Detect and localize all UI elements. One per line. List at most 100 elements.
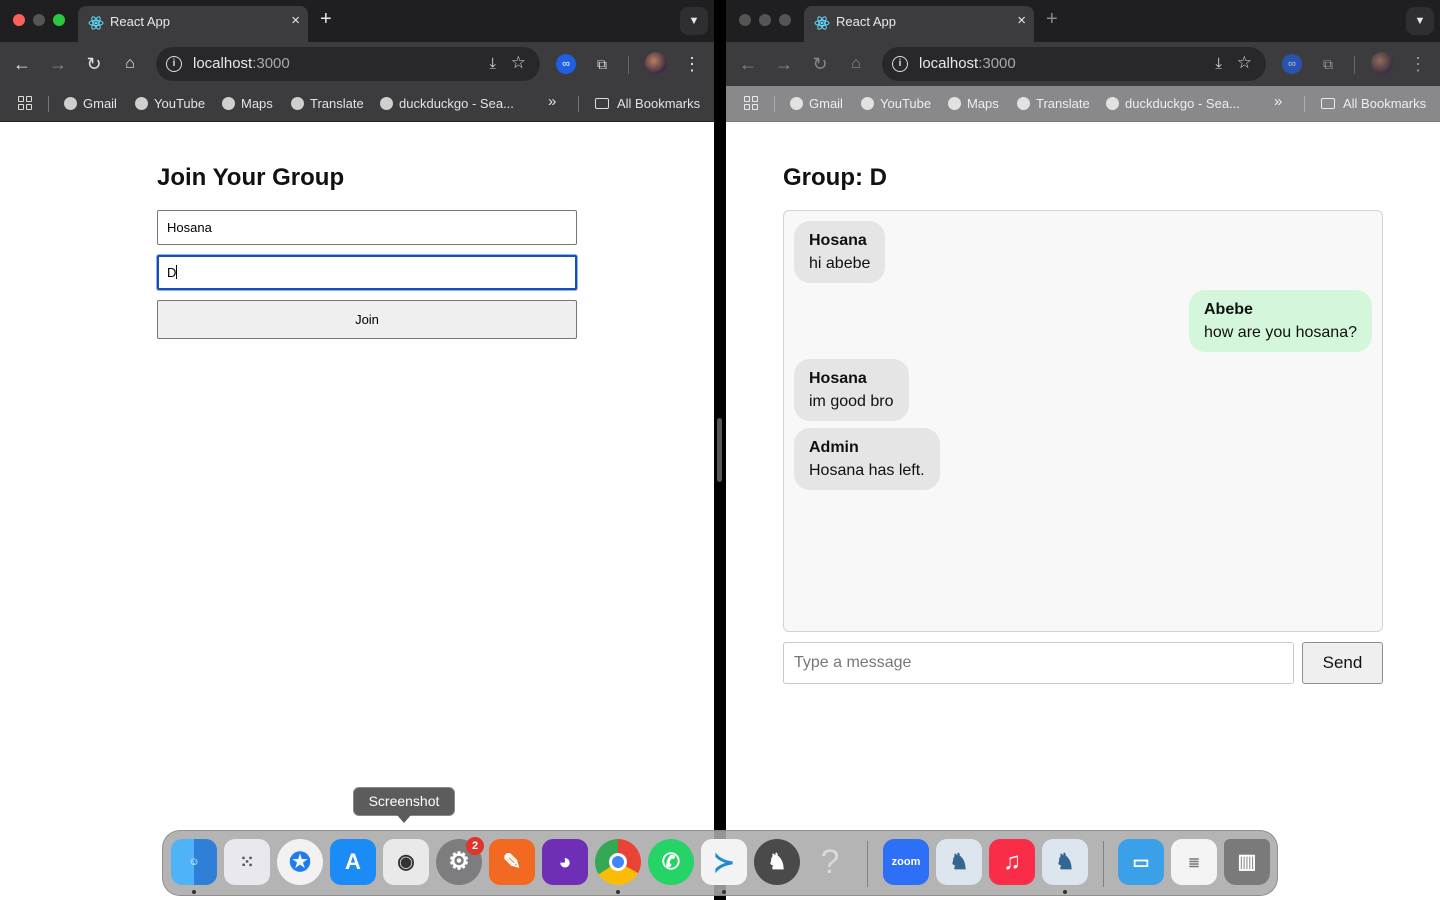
extensions-puzzle-icon[interactable]: ⧉ [1318,54,1338,74]
trash-icon[interactable]: ▥ [1224,839,1270,885]
more-bookmarks-icon[interactable]: » [1274,93,1282,110]
address-bar[interactable]: i localhost:3000 ⤓ ☆ [882,47,1266,81]
install-app-icon[interactable]: ⤓ [1215,55,1222,72]
bookmark-youtube[interactable]: YouTube [135,96,205,111]
chat-message: Abebe how are you hosana? [1189,290,1372,352]
bookmark-star-icon[interactable]: ☆ [511,53,526,73]
apps-grid-icon[interactable] [744,96,759,111]
globe-icon [64,97,77,110]
reload-icon[interactable]: ↻ [83,53,105,75]
forward-arrow-icon[interactable]: → [47,53,69,75]
whatsapp-icon[interactable]: ✆ [648,839,694,885]
bookmark-youtube[interactable]: YouTube [861,96,931,111]
tab-close-icon[interactable]: × [291,12,300,29]
back-arrow-icon[interactable]: ← [11,53,33,75]
bookmark-maps[interactable]: Maps [948,96,999,111]
downloads-folder-icon[interactable]: ▭ [1118,839,1164,885]
profile-avatar[interactable] [1371,52,1393,74]
bookmark-maps[interactable]: Maps [222,96,273,111]
music-icon[interactable]: ♫ [989,839,1035,885]
chat-messages[interactable]: Hosana hi abebe Abebe how are you hosana… [783,210,1383,632]
site-info-icon[interactable]: i [166,56,182,72]
finder-icon[interactable]: ☺ [171,839,217,885]
toolbar-divider [1354,56,1355,74]
group-input[interactable]: D [157,255,577,290]
pgadmin-elephant-icon[interactable]: ♞ [936,839,982,885]
more-menu-icon[interactable]: ⋮ [1407,53,1429,75]
postman-icon[interactable]: ✎ [489,839,535,885]
tab-react-app[interactable]: React App × [804,6,1034,42]
back-arrow-icon[interactable]: ← [737,53,759,75]
send-button[interactable]: Send [1302,642,1383,684]
globe-icon [948,97,961,110]
bookmark-star-icon[interactable]: ☆ [1237,53,1252,73]
extension-infinity-icon[interactable]: ∞ [556,54,576,74]
vscode-icon[interactable]: ≻ [701,839,747,885]
postgres-elephant-icon[interactable]: ♞ [1042,839,1088,885]
username-input[interactable]: Hosana [157,210,577,245]
all-bookmarks-folder[interactable]: All Bookmarks [1321,96,1426,111]
dock-divider [1103,841,1104,887]
all-bookmarks-folder[interactable]: All Bookmarks [595,96,700,111]
extension-infinity-icon[interactable]: ∞ [1282,54,1302,74]
home-icon[interactable]: ⌂ [845,53,867,75]
home-icon[interactable]: ⌂ [119,53,141,75]
bookmark-duckduckgo[interactable]: duckduckgo - Sea... [380,96,514,111]
close-window-icon[interactable] [13,14,25,26]
address-text[interactable]: localhost:3000 [919,55,1016,72]
running-indicator [616,890,620,894]
address-bar[interactable]: i localhost:3000 ⤓ ☆ [156,47,540,81]
minimize-window-icon[interactable] [759,14,771,26]
tab-search-chevron-icon[interactable]: ▼ [1406,7,1434,35]
close-window-icon[interactable] [739,14,751,26]
globe-icon [291,97,304,110]
install-app-icon[interactable]: ⤓ [489,55,496,72]
tableplus-elephant-icon[interactable]: ♞ [754,839,800,885]
new-tab-button[interactable]: + [1046,8,1058,31]
minimize-window-icon[interactable] [33,14,45,26]
fullscreen-window-icon[interactable] [53,14,65,26]
browser-toolbar: ← → ↻ ⌂ i localhost:3000 ⤓ ☆ ∞ ⧉ ⋮ [726,42,1440,86]
fullscreen-window-icon[interactable] [779,14,791,26]
more-menu-icon[interactable]: ⋮ [681,53,703,75]
address-text[interactable]: localhost:3000 [193,55,290,72]
apps-grid-icon[interactable] [18,96,33,111]
bookmark-translate[interactable]: Translate [291,96,364,111]
recent-document-icon[interactable]: ≣ [1171,839,1217,885]
message-text: Hosana has left. [809,462,925,479]
tooltip-arrow [397,815,411,823]
bookmark-gmail[interactable]: Gmail [64,96,117,111]
reload-icon[interactable]: ↻ [809,53,831,75]
zoom-icon[interactable]: zoom [883,839,929,885]
safari-icon[interactable]: ✪ [277,839,323,885]
tab-react-app[interactable]: React App × [78,6,308,42]
bookmarks-bar: Gmail YouTube Maps Translate duckduckgo … [0,86,714,122]
chat-message: Hosana im good bro [794,359,909,421]
screenshot-icon[interactable]: ◉ [383,839,429,885]
react-icon [814,16,830,30]
launchpad-icon[interactable]: ⁙ [224,839,270,885]
bookmark-duckduckgo[interactable]: duckduckgo - Sea... [1106,96,1240,111]
bookmark-gmail[interactable]: Gmail [790,96,843,111]
github-desktop-icon[interactable]: ◕ [542,839,588,885]
site-info-icon[interactable]: i [892,56,908,72]
chrome-icon[interactable] [595,839,641,885]
globe-icon [1106,97,1119,110]
message-input[interactable]: Type a message [783,642,1294,684]
running-indicator [722,890,726,894]
running-indicator [1063,890,1067,894]
app-store-icon[interactable]: A [330,839,376,885]
browser-toolbar: ← → ↻ ⌂ i localhost:3000 ⤓ ☆ ∞ ⧉ ⋮ [0,42,714,86]
join-button[interactable]: Join [157,300,577,339]
profile-avatar[interactable] [645,52,667,74]
bookmark-translate[interactable]: Translate [1017,96,1090,111]
forward-arrow-icon[interactable]: → [773,53,795,75]
help-question-icon[interactable]: ? [807,839,853,885]
new-tab-button[interactable]: + [320,8,332,31]
chat-message: Hosana hi abebe [794,221,886,283]
extensions-puzzle-icon[interactable]: ⧉ [592,54,612,74]
split-view-handle[interactable] [717,418,722,482]
tab-close-icon[interactable]: × [1017,12,1026,29]
tab-search-chevron-icon[interactable]: ▼ [680,7,708,35]
more-bookmarks-icon[interactable]: » [548,93,556,110]
